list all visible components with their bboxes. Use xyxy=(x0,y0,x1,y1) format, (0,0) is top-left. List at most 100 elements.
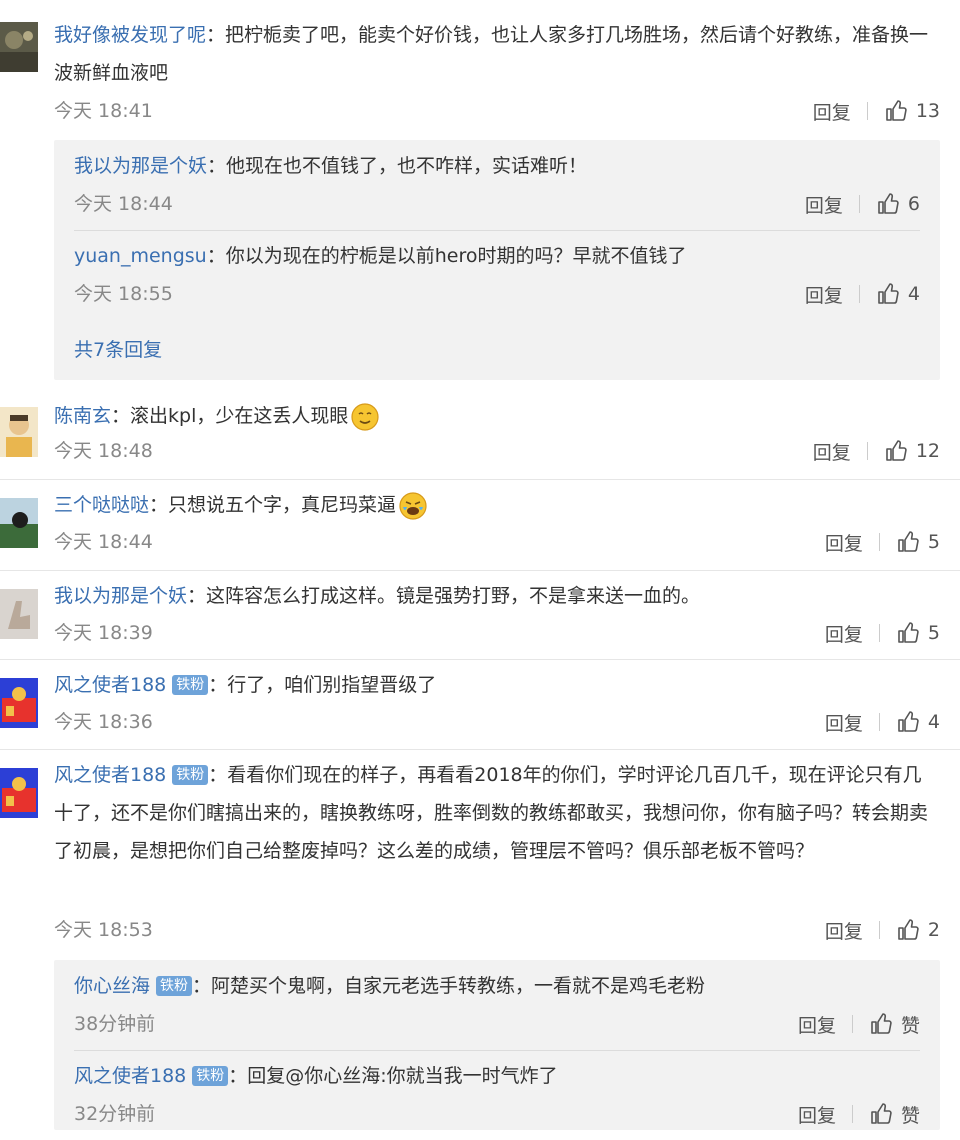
avatar[interactable] xyxy=(0,678,38,728)
reply-button[interactable]: 回复 xyxy=(805,281,843,308)
comment-item: 风之使者188 铁粉 ：行了，咱们别指望晋级了 今天 18:36 回复 4 xyxy=(0,660,960,750)
comment-actions: 回复 13 xyxy=(813,93,940,129)
username-link[interactable]: 我好像被发现了呢 xyxy=(54,24,206,46)
reply-meta: 今天 18:55 回复 4 xyxy=(74,276,920,312)
thumbs-up-icon xyxy=(898,919,919,940)
reply-button[interactable]: 回复 xyxy=(805,191,843,218)
comment-item: 三个哒哒哒：只想说五个字，真尼玛菜逼 今天 18:44 回复 5 xyxy=(0,480,960,571)
like-button[interactable]: 赞 xyxy=(869,1011,920,1038)
like-button[interactable]: 2 xyxy=(896,918,940,942)
like-count: 4 xyxy=(907,283,920,305)
reply-button[interactable]: 回复 xyxy=(825,709,863,736)
username-link[interactable]: 我以为那是个妖 xyxy=(74,155,207,177)
timestamp: 今天 18:53 xyxy=(54,919,153,941)
reply-meta: 38分钟前 回复 赞 xyxy=(74,1006,920,1042)
reply-button[interactable]: 回复 xyxy=(825,620,863,647)
comment-item: 风之使者188 铁粉 ：看看你们现在的样子，再看看2018年的你们，学时评论几百几千… xyxy=(0,750,960,1130)
emoji-icon xyxy=(399,491,427,520)
comment-meta: 今天 18:44 回复 5 xyxy=(54,524,940,560)
username-link[interactable]: 风之使者188 xyxy=(54,674,166,696)
reply-button[interactable]: 回复 xyxy=(798,1011,836,1038)
fan-badge: 铁粉 xyxy=(192,1066,229,1086)
like-button[interactable]: 4 xyxy=(876,282,920,306)
timestamp: 今天 18:44 xyxy=(54,531,153,553)
reply-button[interactable]: 回复 xyxy=(813,438,851,465)
timestamp: 38分钟前 xyxy=(74,1013,156,1035)
like-count: 赞 xyxy=(900,1104,920,1127)
username-link[interactable]: 你心丝海 xyxy=(74,975,150,997)
divider xyxy=(866,102,868,120)
divider xyxy=(851,1015,853,1033)
thumbs-up-icon xyxy=(898,531,919,552)
reply-meta: 今天 18:44 回复 6 xyxy=(74,186,920,222)
timestamp: 今天 18:55 xyxy=(74,283,173,305)
avatar[interactable] xyxy=(0,498,38,548)
divider xyxy=(851,1105,853,1123)
thumbs-up-icon xyxy=(886,440,907,461)
reply-actions: 回复 赞 xyxy=(798,1006,920,1042)
like-count: 5 xyxy=(927,622,940,644)
divider xyxy=(878,713,880,731)
like-count: 5 xyxy=(927,531,940,553)
more-replies-link[interactable]: 共7条回复 xyxy=(74,332,162,368)
divider xyxy=(878,624,880,642)
reply-button[interactable]: 回复 xyxy=(825,917,863,944)
timestamp: 今天 18:41 xyxy=(54,100,153,122)
like-count: 13 xyxy=(915,100,940,122)
comment-list: 我好像被发现了呢：把柠栀卖了吧，能卖个好价钱，也让人家多打几场胜场，然后请个好教… xyxy=(0,0,960,1130)
reply-text: yuan_mengsu：你以为现在的柠栀是以前hero时期的吗？早就不值钱了 xyxy=(74,245,687,267)
divider xyxy=(878,921,880,939)
like-button[interactable]: 5 xyxy=(896,530,940,554)
comment-text: 风之使者188 铁粉 ：行了，咱们别指望晋级了 xyxy=(54,674,437,696)
avatar[interactable] xyxy=(0,22,38,72)
comment-text: 我以为那是个妖：这阵容怎么打成这样。镜是强势打野，不是拿来送一血的。 xyxy=(54,585,701,607)
comment-meta: 今天 18:41 回复 13 xyxy=(54,93,940,129)
divider xyxy=(858,195,860,213)
avatar[interactable] xyxy=(0,768,38,818)
comment-content: 滚出kpl，少在这丢人现眼 xyxy=(130,405,349,427)
reply-button[interactable]: 回复 xyxy=(813,98,851,125)
thumbs-up-icon xyxy=(886,100,907,121)
reply-item: 风之使者188 铁粉 ：回复@你心丝海:你就当我一时气炸了 32分钟前 回复 赞 xyxy=(74,1058,920,1140)
reply-content: 阿楚买个鬼啊，自家元老选手转教练，一看就不是鸡毛老粉 xyxy=(211,975,706,997)
like-button[interactable]: 4 xyxy=(896,710,940,734)
username-link[interactable]: 我以为那是个妖 xyxy=(54,585,187,607)
reply-item: 我以为那是个妖：他现在也不值钱了，也不咋样，实话难听！ 今天 18:44 回复 … xyxy=(74,148,920,231)
comment-text: 三个哒哒哒：只想说五个字，真尼玛菜逼 xyxy=(54,486,940,524)
username-link[interactable]: 三个哒哒哒 xyxy=(54,494,149,516)
avatar[interactable] xyxy=(0,407,38,457)
reply-item: yuan_mengsu：你以为现在的柠栀是以前hero时期的吗？早就不值钱了 今… xyxy=(74,238,920,320)
reply-actions: 回复 赞 xyxy=(798,1096,920,1132)
comment-actions: 回复 4 xyxy=(825,704,940,740)
like-button[interactable]: 5 xyxy=(896,621,940,645)
thumbs-up-icon xyxy=(871,1013,892,1034)
comment-meta: 今天 18:39 回复 5 xyxy=(54,615,940,651)
thumbs-up-icon xyxy=(878,193,899,214)
username-link[interactable]: 风之使者188 xyxy=(54,764,166,786)
reply-actions: 回复 6 xyxy=(805,186,920,222)
comment-item: 陈南玄：滚出kpl，少在这丢人现眼 今天 18:48 回复 12 xyxy=(0,395,960,480)
comment-actions: 回复 12 xyxy=(813,433,940,469)
like-button[interactable]: 6 xyxy=(876,192,920,216)
divider xyxy=(866,442,868,460)
like-count: 2 xyxy=(927,919,940,941)
username-link[interactable]: 风之使者188 xyxy=(74,1065,186,1087)
comment-item: 我以为那是个妖：这阵容怎么打成这样。镜是强势打野，不是拿来送一血的。 今天 18… xyxy=(0,571,960,660)
timestamp: 今天 18:44 xyxy=(74,193,173,215)
reply-button[interactable]: 回复 xyxy=(798,1101,836,1128)
username-link[interactable]: 陈南玄 xyxy=(54,405,111,427)
avatar[interactable] xyxy=(0,589,38,639)
username-link[interactable]: yuan_mengsu xyxy=(74,245,207,267)
like-button[interactable]: 赞 xyxy=(869,1101,920,1128)
like-count: 12 xyxy=(915,440,940,462)
fan-badge: 铁粉 xyxy=(172,675,209,695)
like-button[interactable]: 13 xyxy=(884,99,940,123)
reply-content: 回复@你心丝海:你就当我一时气炸了 xyxy=(247,1065,558,1087)
comment-actions: 回复 5 xyxy=(825,615,940,651)
comment-content: 只想说五个字，真尼玛菜逼 xyxy=(168,494,397,516)
like-count: 4 xyxy=(927,711,940,733)
timestamp: 今天 18:36 xyxy=(54,711,153,733)
like-button[interactable]: 12 xyxy=(884,439,940,463)
comment-content: 行了，咱们别指望晋级了 xyxy=(227,674,437,696)
reply-button[interactable]: 回复 xyxy=(825,529,863,556)
